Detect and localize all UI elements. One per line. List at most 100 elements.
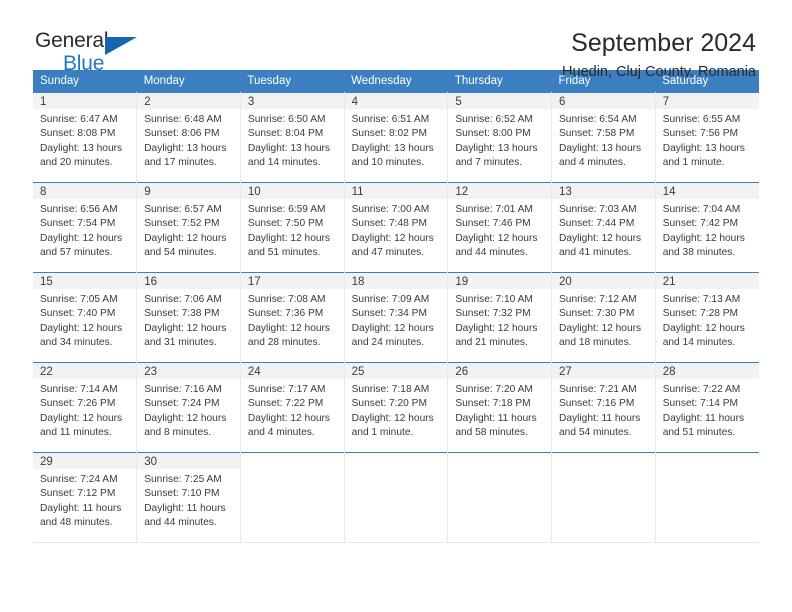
calendar-day-cell[interactable]: 23 Sunrise: 7:16 AM Sunset: 7:24 PM Dayligh… — [136, 362, 241, 453]
sunset-text: Sunset: 7:38 PM — [144, 308, 220, 320]
sunset-text: Sunset: 7:36 PM — [247, 308, 324, 320]
day-details: Sunrise: 6:48 AM Sunset: 8:06 PM Daylight:… — [137, 109, 240, 171]
day-number: 30 — [137, 453, 240, 469]
daylight-text: Daylight: 12 hours and 21 minutes. — [455, 322, 538, 349]
sunrise-text: Sunrise: 6:47 AM — [40, 114, 118, 125]
sunrise-text: Sunrise: 7:04 AM — [662, 204, 741, 215]
page-subtitle: Huedin, Cluj County, Romania — [562, 64, 756, 81]
day-number: 16 — [137, 273, 240, 289]
calendar-day-cell[interactable]: 7 Sunrise: 6:55 AM Sunset: 7:56 PM Daylight… — [655, 92, 759, 183]
daylight-text: Daylight: 11 hours and 48 minutes. — [40, 502, 122, 529]
sunrise-text: Sunrise: 7:20 AM — [455, 384, 533, 395]
day-number: 17 — [240, 273, 344, 289]
calendar-day-cell[interactable]: 24 Sunrise: 7:17 AM Sunset: 7:22 PM Dayligh… — [240, 362, 345, 453]
day-details: Sunrise: 6:56 AM Sunset: 7:54 PM Daylight:… — [33, 199, 136, 261]
sunset-text: Sunset: 7:44 PM — [559, 218, 635, 230]
calendar-day-cell[interactable]: 3 Sunrise: 6:50 AM Sunset: 8:04 PM Daylight… — [240, 92, 345, 183]
calendar-day-cell[interactable]: 11 Sunrise: 7:00 AM Sunset: 7:48 PM Dayligh… — [344, 182, 449, 273]
day-details: Sunrise: 7:13 AM Sunset: 7:28 PM Daylight:… — [656, 289, 759, 351]
calendar-day-cell[interactable]: 16 Sunrise: 7:06 AM Sunset: 7:38 PM Dayligh… — [136, 272, 241, 363]
calendar-day-cell[interactable]: 28 Sunrise: 7:22 AM Sunset: 7:14 PM Dayligh… — [655, 362, 759, 453]
sunset-text: Sunset: 8:02 PM — [351, 128, 427, 140]
day-number: 14 — [655, 183, 759, 199]
day-number: 29 — [33, 453, 137, 469]
calendar-day-cell[interactable]: 27 Sunrise: 7:21 AM Sunset: 7:16 PM Dayligh… — [551, 362, 656, 453]
daylight-text: Daylight: 12 hours and 8 minutes. — [144, 412, 227, 439]
calendar-day-cell[interactable]: 13 Sunrise: 7:03 AM Sunset: 7:44 PM Dayligh… — [551, 182, 656, 273]
daylight-text: Daylight: 11 hours and 51 minutes. — [662, 412, 745, 439]
weekday-header-thursday: Thursday — [447, 70, 552, 93]
calendar-body: 1 Sunrise: 6:47 AM Sunset: 8:08 PM Daylight… — [33, 92, 759, 543]
calendar-day-cell[interactable]: 25 Sunrise: 7:18 AM Sunset: 7:20 PM Dayligh… — [344, 362, 449, 453]
day-details: Sunrise: 7:18 AM Sunset: 7:20 PM Daylight:… — [345, 379, 448, 441]
calendar-day-cell[interactable]: 10 Sunrise: 6:59 AM Sunset: 7:50 PM Dayligh… — [240, 182, 345, 273]
daylight-text: Daylight: 12 hours and 31 minutes. — [144, 322, 227, 349]
calendar-empty-cell — [551, 452, 656, 543]
day-details: Sunrise: 7:20 AM Sunset: 7:18 PM Daylight:… — [448, 379, 551, 441]
calendar-day-cell[interactable]: 20 Sunrise: 7:12 AM Sunset: 7:30 PM Dayligh… — [551, 272, 656, 363]
calendar-day-cell[interactable]: 6 Sunrise: 6:54 AM Sunset: 7:58 PM Daylight… — [551, 92, 656, 183]
sunrise-text: Sunrise: 7:16 AM — [144, 384, 222, 395]
sunset-text: Sunset: 7:16 PM — [559, 398, 635, 410]
calendar-day-cell[interactable]: 1 Sunrise: 6:47 AM Sunset: 8:08 PM Daylight… — [33, 92, 138, 183]
calendar-day-cell[interactable]: 2 Sunrise: 6:48 AM Sunset: 8:06 PM Daylight… — [136, 92, 241, 183]
daylight-text: Daylight: 12 hours and 14 minutes. — [662, 322, 745, 349]
brand-logo[interactable]: General Blue — [33, 30, 165, 82]
daylight-text: Daylight: 13 hours and 14 minutes. — [247, 142, 331, 169]
calendar-day-cell[interactable]: 5 Sunrise: 6:52 AM Sunset: 8:00 PM Daylight… — [447, 92, 553, 183]
daylight-text: Daylight: 12 hours and 18 minutes. — [559, 322, 642, 349]
daylight-text: Daylight: 12 hours and 41 minutes. — [559, 232, 642, 259]
day-details: Sunrise: 6:47 AM Sunset: 8:08 PM Daylight:… — [33, 109, 136, 171]
calendar-week-row: 8 Sunrise: 6:56 AM Sunset: 7:54 PM Daylight… — [33, 182, 759, 273]
sunset-text: Sunset: 8:00 PM — [455, 128, 531, 140]
calendar-day-cell[interactable]: 22 Sunrise: 7:14 AM Sunset: 7:26 PM Dayligh… — [33, 362, 138, 453]
sunset-text: Sunset: 7:26 PM — [40, 398, 116, 410]
calendar-day-cell[interactable]: 21 Sunrise: 7:13 AM Sunset: 7:28 PM Dayligh… — [655, 272, 759, 363]
sunrise-text: Sunrise: 6:59 AM — [247, 204, 326, 215]
calendar-day-cell[interactable]: 14 Sunrise: 7:04 AM Sunset: 7:42 PM Dayligh… — [655, 182, 759, 273]
sunrise-text: Sunrise: 6:51 AM — [351, 114, 430, 125]
calendar-day-cell[interactable]: 29 Sunrise: 7:24 AM Sunset: 7:12 PM Dayligh… — [33, 452, 138, 543]
day-number: 15 — [33, 273, 137, 289]
sunrise-text: Sunrise: 7:03 AM — [559, 204, 637, 215]
daylight-text: Daylight: 13 hours and 7 minutes. — [455, 142, 538, 169]
sunrise-text: Sunrise: 7:13 AM — [662, 294, 741, 305]
day-details: Sunrise: 7:24 AM Sunset: 7:12 PM Daylight:… — [33, 469, 136, 531]
calendar-day-cell[interactable]: 26 Sunrise: 7:20 AM Sunset: 7:18 PM Dayligh… — [447, 362, 553, 453]
sunrise-text: Sunrise: 6:52 AM — [455, 114, 533, 125]
title-block: September 2024 Huedin, Cluj County, Roma… — [562, 30, 759, 80]
calendar-day-cell[interactable]: 12 Sunrise: 7:01 AM Sunset: 7:46 PM Dayligh… — [447, 182, 553, 273]
sunset-text: Sunset: 8:04 PM — [247, 128, 324, 140]
calendar-day-cell[interactable]: 30 Sunrise: 7:25 AM Sunset: 7:10 PM Dayligh… — [136, 452, 241, 543]
sunrise-text: Sunrise: 7:24 AM — [40, 474, 118, 485]
calendar-week-row: 22 Sunrise: 7:14 AM Sunset: 7:26 PM Dayligh… — [33, 362, 759, 453]
blue-triangle-icon — [105, 37, 137, 55]
calendar-day-cell[interactable]: 15 Sunrise: 7:05 AM Sunset: 7:40 PM Dayligh… — [33, 272, 138, 363]
daylight-text: Daylight: 12 hours and 28 minutes. — [247, 322, 331, 349]
sunrise-text: Sunrise: 7:05 AM — [40, 294, 118, 305]
calendar-day-cell[interactable]: 19 Sunrise: 7:10 AM Sunset: 7:32 PM Dayligh… — [447, 272, 553, 363]
day-details: Sunrise: 7:25 AM Sunset: 7:10 PM Daylight:… — [137, 469, 240, 531]
sunrise-text: Sunrise: 6:56 AM — [40, 204, 118, 215]
day-details: Sunrise: 7:14 AM Sunset: 7:26 PM Daylight:… — [33, 379, 136, 441]
day-number: 24 — [240, 363, 344, 379]
calendar-day-cell[interactable]: 18 Sunrise: 7:09 AM Sunset: 7:34 PM Dayligh… — [344, 272, 449, 363]
brand-name-bottom: Blue — [63, 52, 105, 75]
sunset-text: Sunset: 8:08 PM — [40, 128, 116, 140]
sunset-text: Sunset: 7:24 PM — [144, 398, 220, 410]
day-details: Sunrise: 7:09 AM Sunset: 7:34 PM Daylight:… — [345, 289, 448, 351]
calendar-day-cell[interactable]: 17 Sunrise: 7:08 AM Sunset: 7:36 PM Dayligh… — [240, 272, 345, 363]
day-number: 1 — [33, 93, 137, 109]
sunrise-text: Sunrise: 7:14 AM — [40, 384, 118, 395]
day-number: 20 — [552, 273, 655, 289]
daylight-text: Daylight: 11 hours and 54 minutes. — [559, 412, 641, 439]
daylight-text: Daylight: 12 hours and 38 minutes. — [662, 232, 745, 259]
calendar-day-cell[interactable]: 8 Sunrise: 6:56 AM Sunset: 7:54 PM Daylight… — [33, 182, 138, 273]
day-details: Sunrise: 7:21 AM Sunset: 7:16 PM Daylight:… — [552, 379, 655, 441]
daylight-text: Daylight: 12 hours and 1 minute. — [351, 412, 434, 439]
daylight-text: Daylight: 12 hours and 34 minutes. — [40, 322, 123, 349]
calendar-day-cell[interactable]: 4 Sunrise: 6:51 AM Sunset: 8:02 PM Daylight… — [344, 92, 449, 183]
calendar-day-cell[interactable]: 9 Sunrise: 6:57 AM Sunset: 7:52 PM Daylight… — [136, 182, 241, 273]
calendar-table: Sunday Monday Tuesday Wednesday Thursday… — [33, 70, 759, 543]
daylight-text: Daylight: 13 hours and 20 minutes. — [40, 142, 123, 169]
